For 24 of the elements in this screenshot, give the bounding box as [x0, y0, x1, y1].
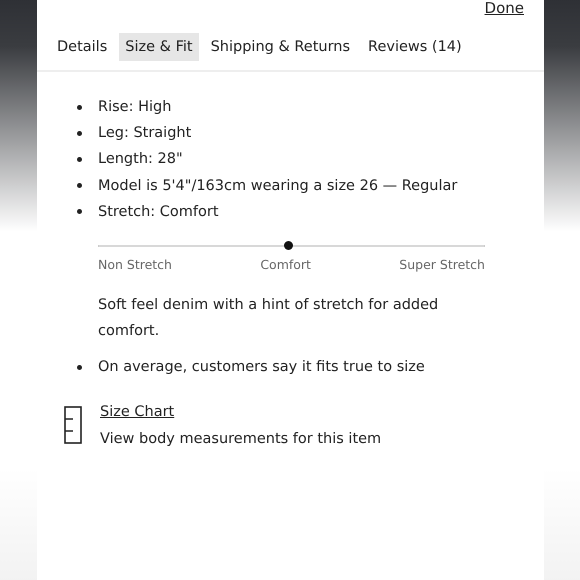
size-chart-description: View body measurements for this item: [100, 430, 382, 450]
tab[interactable]: Size & Fit: [119, 33, 199, 61]
stretch-description: Soft feel denim with a hint of stretch for added comfort.: [98, 296, 440, 341]
list-item-text: Leg: Straight: [98, 125, 192, 142]
list-item-text: Length: 28": [98, 151, 183, 168]
tab[interactable]: Shipping & Returns: [204, 33, 356, 61]
list-item-text: Model is 5'4"/163cm wearing a size 26 — Regular: [98, 178, 458, 194]
bullet-icon: [77, 104, 82, 110]
size-chart-link[interactable]: Size Chart: [100, 402, 174, 422]
list-item-text: On average, customers say it fits true to size: [98, 359, 425, 376]
bullet-icon: [77, 209, 82, 214]
tab[interactable]: Details: [51, 33, 114, 61]
done-link[interactable]: Done: [484, 0, 524, 17]
bullet-icon: [77, 364, 82, 370]
ruler-icon: [64, 406, 82, 444]
bullet-icon: [77, 183, 82, 188]
bullet-icon: [77, 156, 82, 162]
list-item-text: Stretch: Comfort: [98, 204, 219, 220]
bullet-icon: [77, 130, 82, 136]
list-item-text: Rise: High: [98, 99, 172, 116]
tab[interactable]: Reviews (14): [362, 33, 468, 61]
scale-label: Comfort: [260, 256, 311, 272]
scale-label: Non Stretch: [98, 256, 172, 272]
scale-label: Super Stretch: [399, 256, 485, 272]
